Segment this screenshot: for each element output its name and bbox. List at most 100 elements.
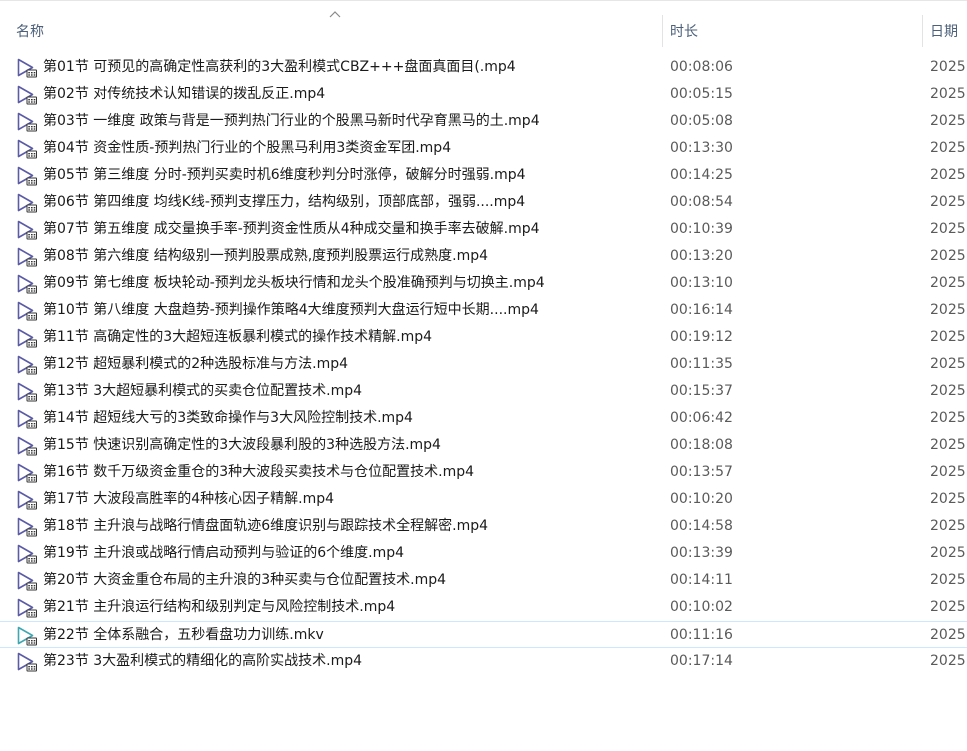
file-row[interactable]: 第10节 第八维度 大盘趋势-预判操作策略4大维度预判大盘运行短中长期....m… xyxy=(0,297,967,324)
file-date: 2025 xyxy=(930,275,966,291)
file-duration: 00:19:12 xyxy=(670,329,733,345)
file-duration: 00:11:16 xyxy=(670,627,733,643)
file-row[interactable]: 第08节 第六维度 结构级别一预判股票成熟,度预判股票运行成熟度.mp4 00:… xyxy=(0,243,967,270)
file-date: 2025 xyxy=(930,383,966,399)
file-name: 第13节 3大超短暴利模式的买卖仓位配置技术.mp4 xyxy=(43,383,363,399)
file-row[interactable]: 第12节 超短暴利模式的2种选股标准与方法.mp4 00:11:35 2025 xyxy=(0,351,967,378)
file-duration: 00:11:35 xyxy=(670,356,733,372)
video-file-icon xyxy=(17,328,37,348)
file-duration: 00:08:06 xyxy=(670,59,733,75)
column-divider[interactable] xyxy=(662,15,663,47)
file-name: 第16节 数千万级资金重仓的3种大波段买卖技术与仓位配置技术.mp4 xyxy=(43,464,475,480)
file-name: 第15节 快速识别高确定性的3大波段暴利股的3种选股方法.mp4 xyxy=(43,437,441,453)
column-header-date[interactable]: 日期 xyxy=(930,23,958,41)
file-name: 第21节 主升浪运行结构和级别判定与风险控制技术.mp4 xyxy=(43,599,396,615)
file-date: 2025 xyxy=(930,464,966,480)
file-name: 第09节 第七维度 板块轮动-预判龙头板块行情和龙头个股准确预判与切换主.mp4 xyxy=(43,275,545,291)
file-date: 2025 xyxy=(930,140,966,156)
file-date: 2025 xyxy=(930,599,966,615)
file-date: 2025 xyxy=(930,167,966,183)
file-row[interactable]: 第03节 一维度 政策与背是一预判热门行业的个股黑马新时代孕育黑马的土.mp4 … xyxy=(0,108,967,135)
file-name: 第23节 3大盈利模式的精细化的高阶实战技术.mp4 xyxy=(43,653,363,669)
column-header-name[interactable]: 名称 xyxy=(16,23,44,41)
video-file-icon xyxy=(17,139,37,159)
file-duration: 00:14:25 xyxy=(670,167,733,183)
file-duration: 00:18:08 xyxy=(670,437,733,453)
file-row[interactable]: 第23节 3大盈利模式的精细化的高阶实战技术.mp4 00:17:14 2025 xyxy=(0,648,967,675)
file-name: 第14节 超短线大亏的3类致命操作与3大风险控制技术.mp4 xyxy=(43,410,413,426)
file-row[interactable]: 第04节 资金性质-预判热门行业的个股黑马利用3类资金军团.mp4 00:13:… xyxy=(0,135,967,162)
file-date: 2025 xyxy=(930,572,966,588)
file-duration: 00:14:58 xyxy=(670,518,733,534)
file-duration: 00:10:02 xyxy=(670,599,733,615)
file-row[interactable]: 第14节 超短线大亏的3类致命操作与3大风险控制技术.mp4 00:06:42 … xyxy=(0,405,967,432)
file-duration: 00:13:10 xyxy=(670,275,733,291)
file-row[interactable]: 第13节 3大超短暴利模式的买卖仓位配置技术.mp4 00:15:37 2025 xyxy=(0,378,967,405)
file-row[interactable]: 第22节 全体系融合，五秒看盘功力训练.mkv 00:11:16 2025 xyxy=(0,621,967,648)
file-row[interactable]: 第17节 大波段高胜率的4种核心因子精解.mp4 00:10:20 2025 xyxy=(0,486,967,513)
file-duration: 00:10:20 xyxy=(670,491,733,507)
file-name: 第17节 大波段高胜率的4种核心因子精解.mp4 xyxy=(43,491,335,507)
file-date: 2025 xyxy=(930,545,966,561)
file-name: 第05节 第三维度 分时-预判买卖时机6维度秒判分时涨停，破解分时强弱.mp4 xyxy=(43,167,526,183)
video-file-icon xyxy=(17,463,37,483)
file-date: 2025 xyxy=(930,518,966,534)
file-row[interactable]: 第15节 快速识别高确定性的3大波段暴利股的3种选股方法.mp4 00:18:0… xyxy=(0,432,967,459)
file-list: 第01节 可预见的高确定性高获利的3大盈利模式CBZ+++盘面真面目(.mp4 … xyxy=(0,54,967,675)
file-row[interactable]: 第06节 第四维度 均线K线-预判支撑压力，结构级别，顶部底部，强弱....mp… xyxy=(0,189,967,216)
video-file-icon xyxy=(17,571,37,591)
file-name: 第04节 资金性质-预判热门行业的个股黑马利用3类资金军团.mp4 xyxy=(43,140,452,156)
file-duration: 00:13:39 xyxy=(670,545,733,561)
video-file-icon xyxy=(17,301,37,321)
file-date: 2025 xyxy=(930,221,966,237)
file-name: 第02节 对传统技术认知错误的拨乱反正.mp4 xyxy=(43,86,326,102)
file-name: 第10节 第八维度 大盘趋势-预判操作策略4大维度预判大盘运行短中长期....m… xyxy=(43,302,539,318)
video-file-icon xyxy=(17,220,37,240)
file-duration: 00:13:57 xyxy=(670,464,733,480)
file-row[interactable]: 第05节 第三维度 分时-预判买卖时机6维度秒判分时涨停，破解分时强弱.mp4 … xyxy=(0,162,967,189)
column-header-bar: 名称 时长 日期 xyxy=(0,0,967,54)
file-row[interactable]: 第18节 主升浪与战略行情盘面轨迹6维度识别与跟踪技术全程解密.mp4 00:1… xyxy=(0,513,967,540)
video-file-icon xyxy=(17,166,37,186)
file-duration: 00:08:54 xyxy=(670,194,733,210)
file-name: 第06节 第四维度 均线K线-预判支撑压力，结构级别，顶部底部，强弱....mp… xyxy=(43,194,526,210)
file-date: 2025 xyxy=(930,356,966,372)
file-date: 2025 xyxy=(930,653,966,669)
file-name: 第08节 第六维度 结构级别一预判股票成熟,度预判股票运行成熟度.mp4 xyxy=(43,248,489,264)
file-row[interactable]: 第02节 对传统技术认知错误的拨乱反正.mp4 00:05:15 2025 xyxy=(0,81,967,108)
file-duration: 00:05:08 xyxy=(670,113,733,129)
file-row[interactable]: 第20节 大资金重仓布局的主升浪的3种买卖与仓位配置技术.mp4 00:14:1… xyxy=(0,567,967,594)
file-name: 第01节 可预见的高确定性高获利的3大盈利模式CBZ+++盘面真面目(.mp4 xyxy=(43,59,516,75)
video-file-icon xyxy=(17,436,37,456)
file-name: 第11节 高确定性的3大超短连板暴利模式的操作技术精解.mp4 xyxy=(43,329,433,345)
video-file-icon xyxy=(17,193,37,213)
file-date: 2025 xyxy=(930,113,966,129)
video-file-icon xyxy=(17,409,37,429)
video-file-icon xyxy=(17,355,37,375)
video-file-icon xyxy=(17,544,37,564)
file-name: 第19节 主升浪或战略行情启动预判与验证的6个维度.mp4 xyxy=(43,545,405,561)
file-date: 2025 xyxy=(930,302,966,318)
chevron-up-icon[interactable] xyxy=(329,10,341,18)
file-row[interactable]: 第07节 第五维度 成交量换手率-预判资金性质从4种成交量和换手率去破解.mp4… xyxy=(0,216,967,243)
file-duration: 00:14:11 xyxy=(670,572,733,588)
file-date: 2025 xyxy=(930,59,966,75)
file-duration: 00:13:30 xyxy=(670,140,733,156)
column-header-duration[interactable]: 时长 xyxy=(670,23,698,41)
file-row[interactable]: 第09节 第七维度 板块轮动-预判龙头板块行情和龙头个股准确预判与切换主.mp4… xyxy=(0,270,967,297)
video-file-icon xyxy=(17,112,37,132)
file-row[interactable]: 第21节 主升浪运行结构和级别判定与风险控制技术.mp4 00:10:02 20… xyxy=(0,594,967,621)
video-file-icon xyxy=(17,274,37,294)
file-row[interactable]: 第19节 主升浪或战略行情启动预判与验证的6个维度.mp4 00:13:39 2… xyxy=(0,540,967,567)
file-date: 2025 xyxy=(930,627,966,643)
file-duration: 00:13:20 xyxy=(670,248,733,264)
file-row[interactable]: 第11节 高确定性的3大超短连板暴利模式的操作技术精解.mp4 00:19:12… xyxy=(0,324,967,351)
file-row[interactable]: 第16节 数千万级资金重仓的3种大波段买卖技术与仓位配置技术.mp4 00:13… xyxy=(0,459,967,486)
file-name: 第18节 主升浪与战略行情盘面轨迹6维度识别与跟踪技术全程解密.mp4 xyxy=(43,518,489,534)
file-duration: 00:15:37 xyxy=(670,383,733,399)
column-divider[interactable] xyxy=(922,15,923,47)
video-file-icon xyxy=(17,382,37,402)
video-file-icon xyxy=(17,652,37,672)
video-file-icon xyxy=(17,490,37,510)
file-row[interactable]: 第01节 可预见的高确定性高获利的3大盈利模式CBZ+++盘面真面目(.mp4 … xyxy=(0,54,967,81)
